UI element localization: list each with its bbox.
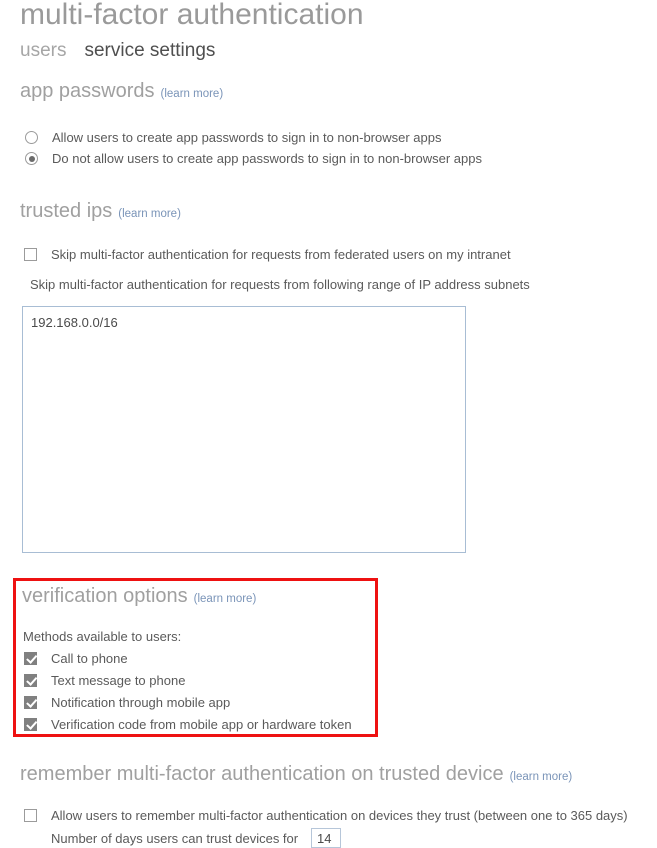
tab-bar: users service settings: [20, 40, 215, 62]
days-to-trust-input[interactable]: [311, 828, 341, 848]
checkbox-verification-code[interactable]: [24, 718, 37, 731]
section-heading-remember-mfa: remember multi-factor authentication on …: [20, 763, 572, 786]
section-title-app-passwords: app passwords: [20, 80, 155, 102]
section-title-remember-mfa: remember multi-factor authentication on …: [20, 763, 504, 785]
checkbox-label-text-message-to-phone: Text message to phone: [51, 673, 186, 688]
checkbox-row-skip-federated-users[interactable]: Skip multi-factor authentication for req…: [24, 247, 511, 263]
section-title-trusted-ips: trusted ips: [20, 200, 113, 222]
radio-row-allow-app-passwords[interactable]: Allow users to create app passwords to s…: [25, 130, 441, 146]
subnet-instruction-label: Skip multi-factor authentication for req…: [30, 277, 530, 292]
tab-users[interactable]: users: [20, 40, 66, 62]
checkbox-row-remember-devices[interactable]: Allow users to remember multi-factor aut…: [24, 808, 628, 824]
checkbox-label-remember-devices: Allow users to remember multi-factor aut…: [51, 808, 628, 823]
section-title-verification-options: verification options: [22, 585, 188, 607]
checkbox-label-verification-code: Verification code from mobile app or har…: [51, 717, 352, 732]
checkbox-call-to-phone[interactable]: [24, 652, 37, 665]
learn-more-link-trusted-ips[interactable]: (learn more): [118, 208, 181, 220]
checkbox-label-notification-mobile-app: Notification through mobile app: [51, 695, 231, 710]
methods-available-label: Methods available to users:: [23, 629, 182, 644]
checkbox-row-notification-mobile-app[interactable]: Notification through mobile app: [24, 695, 230, 711]
radio-row-disallow-app-passwords[interactable]: Do not allow users to create app passwor…: [25, 151, 482, 167]
section-heading-app-passwords: app passwords (learn more): [20, 80, 223, 103]
learn-more-link-remember-mfa[interactable]: (learn more): [510, 771, 573, 783]
checkbox-row-verification-code[interactable]: Verification code from mobile app or har…: [24, 717, 352, 733]
learn-more-link-verification-options[interactable]: (learn more): [194, 593, 257, 605]
radio-label-disallow-app-passwords: Do not allow users to create app passwor…: [52, 151, 482, 166]
page-title: multi-factor authentication: [20, 0, 364, 31]
radio-disallow-app-passwords[interactable]: [25, 152, 38, 165]
learn-more-link-app-passwords[interactable]: (learn more): [161, 88, 224, 100]
section-heading-verification-options: verification options (learn more): [22, 585, 256, 608]
checkbox-row-call-to-phone[interactable]: Call to phone: [24, 651, 128, 667]
checkbox-remember-devices[interactable]: [24, 809, 37, 822]
ip-subnets-textarea[interactable]: [22, 306, 466, 553]
section-heading-trusted-ips: trusted ips (learn more): [20, 200, 181, 223]
tab-service-settings[interactable]: service settings: [84, 40, 215, 62]
days-trust-label: Number of days users can trust devices f…: [51, 831, 299, 846]
checkbox-skip-federated-users[interactable]: [24, 248, 37, 261]
radio-label-allow-app-passwords: Allow users to create app passwords to s…: [52, 130, 442, 145]
checkbox-row-text-message-to-phone[interactable]: Text message to phone: [24, 673, 185, 689]
checkbox-label-call-to-phone: Call to phone: [51, 651, 128, 666]
radio-allow-app-passwords[interactable]: [25, 131, 38, 144]
checkbox-label-skip-federated-users: Skip multi-factor authentication for req…: [51, 247, 511, 262]
checkbox-text-message-to-phone[interactable]: [24, 674, 37, 687]
checkbox-notification-mobile-app[interactable]: [24, 696, 37, 709]
